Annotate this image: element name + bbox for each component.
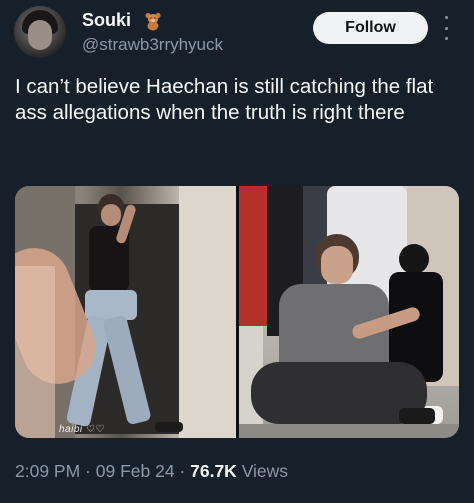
meta-separator: ·: [80, 461, 96, 481]
tweet-meta: 2:09 PM · 09 Feb 24 · 76.7K Views: [15, 461, 288, 482]
meta-separator: ·: [174, 461, 191, 481]
media-grid[interactable]: haibi ♡♡: [15, 186, 459, 438]
avatar-face: [28, 20, 52, 50]
tweet-date[interactable]: 09 Feb 24: [96, 461, 175, 481]
display-name[interactable]: Souki: [82, 10, 131, 31]
media-image-1[interactable]: haibi ♡♡: [15, 186, 236, 438]
views-label: Views: [236, 461, 289, 481]
teddy-bear-icon: [145, 12, 161, 31]
follow-button[interactable]: Follow: [313, 12, 428, 44]
tweet-time[interactable]: 2:09 PM: [15, 461, 80, 481]
more-options-icon[interactable]: [442, 16, 450, 40]
tweet-text: I can’t believe Haechan is still catchin…: [15, 75, 434, 124]
image-watermark: haibi ♡♡: [59, 424, 105, 435]
avatar[interactable]: [14, 6, 66, 58]
user-handle[interactable]: @strawb3rryhyuck: [82, 35, 223, 55]
media-image-2[interactable]: [239, 186, 459, 438]
views-count: 76.7K: [190, 461, 237, 481]
